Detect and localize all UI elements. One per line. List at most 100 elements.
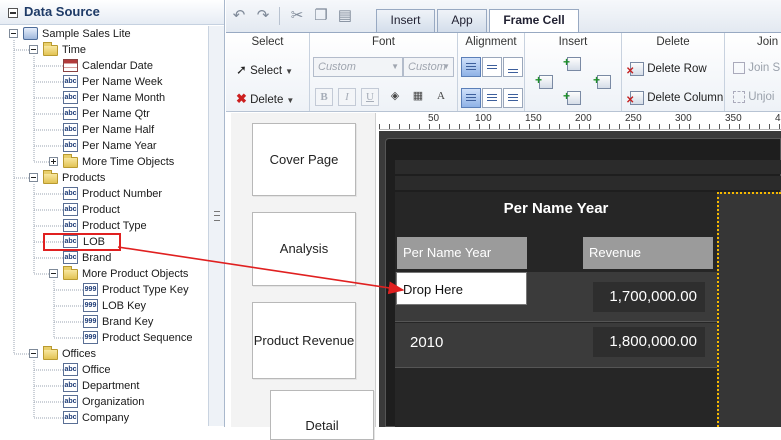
align-middle-icon[interactable] [482,57,502,77]
ruler-label: 150 [525,113,542,124]
delete-row-button[interactable]: Delete Row [626,62,707,77]
bold-icon[interactable]: B [315,88,333,106]
tree-item-per-name-week[interactable]: abc Per Name Week [0,74,208,90]
tab-insert[interactable]: Insert [376,9,435,32]
abc-icon: abc [63,411,78,424]
insert-column-right-icon[interactable] [593,74,611,89]
tree-item-sample-sales-lite[interactable]: Sample Sales Lite [0,26,208,42]
tree-item-label: Per Name Qtr [82,108,150,120]
unjoin-button[interactable]: Unjoi [733,91,774,103]
tree-item-more-product-objects[interactable]: More Product Objects [0,266,208,282]
table-row[interactable]: 2010 1,800,000.00 [395,323,717,368]
underline-icon[interactable]: U [361,88,379,106]
splitter-grip-icon[interactable] [214,211,220,221]
collapse-icon[interactable] [29,45,38,54]
join-button[interactable]: Join S [733,62,780,74]
page-thumb-detail[interactable]: Detail [270,390,374,440]
tree-item-per-name-year[interactable]: abc Per Name Year [0,138,208,154]
undo-icon[interactable]: ↶ [230,7,248,25]
insert-group-title: Insert [558,36,588,48]
revenue-cell[interactable]: 1,700,000.00 [593,282,705,312]
year-cell[interactable]: 2010 [410,334,443,351]
collapse-icon[interactable] [49,269,58,278]
tab-frame-cell[interactable]: Frame Cell [489,9,579,33]
abc-icon: abc [63,363,78,376]
drop-target[interactable]: Drop Here [396,272,527,305]
calendar-icon [63,59,78,72]
collapse-icon[interactable] [29,349,38,358]
align-top-icon[interactable] [461,57,481,77]
tree-item-office[interactable]: abc Office [0,362,208,378]
tree-item-offices[interactable]: Offices [0,346,208,362]
panel-splitter[interactable] [208,26,224,426]
redo-icon[interactable]: ↷ [254,7,272,25]
number-icon: 999 [83,315,98,328]
revenue-cell[interactable]: 1,800,000.00 [593,327,705,357]
collapse-icon[interactable] [8,8,18,18]
select-button[interactable]: ➚ Select ▼ [236,62,293,78]
delete-column-button[interactable]: Delete Column [626,91,724,106]
delete-column-label: Delete Column [647,92,724,105]
paste-icon[interactable]: ▤ [336,7,354,25]
font-size-select[interactable]: Custom ▼ [403,57,454,77]
tree-item-time[interactable]: Time [0,42,208,58]
tree-item-company[interactable]: abc Company [0,410,208,426]
tree-item-department[interactable]: abc Department [0,378,208,394]
align-left-icon[interactable] [461,88,481,108]
tree-item-label: Organization [82,396,145,408]
header-cell-per-name-year[interactable]: Per Name Year [397,237,527,269]
collapse-icon[interactable] [29,173,38,182]
page-thumb-analysis[interactable]: Analysis [252,212,356,286]
ruler-label: 300 [675,113,692,124]
tree-item-product-type-key[interactable]: 999 Product Type Key [0,282,208,298]
page-thumb-cover-page[interactable]: Cover Page [252,123,356,196]
italic-icon[interactable]: I [338,88,356,106]
table-title[interactable]: Per Name Year [395,200,717,217]
cut-icon[interactable]: ✂ [288,7,306,25]
insert-row-above-icon[interactable] [563,56,581,71]
align-center-icon[interactable] [482,88,502,108]
insert-column-left-icon[interactable] [535,74,553,89]
align-bottom-icon[interactable] [503,57,523,77]
delete-button[interactable]: ✖ Delete ▼ [236,91,294,107]
tree-item-per-name-month[interactable]: abc Per Name Month [0,90,208,106]
ruler-label: 50 [428,113,440,124]
abc-icon: abc [63,123,78,136]
tree-item-per-name-qtr[interactable]: abc Per Name Qtr [0,106,208,122]
copy-icon[interactable]: ❐ [312,7,330,25]
page-thumb-product-revenue[interactable]: Product Revenue [252,302,356,379]
pointer-icon: ➚ [236,62,247,77]
selected-frame[interactable] [717,192,781,427]
tree-item-lob[interactable]: abc LOB [0,233,208,251]
tree-item-product-number[interactable]: abc Product Number [0,186,208,202]
tree-item-product[interactable]: abc Product [0,202,208,218]
collapse-icon[interactable] [9,29,18,38]
tree-item-product-sequence[interactable]: 999 Product Sequence [0,330,208,346]
tab-app[interactable]: App [437,9,487,32]
abc-icon: abc [63,203,78,216]
tree-item-product-type[interactable]: abc Product Type [0,218,208,234]
unjoin-label: Unjoi [748,91,775,104]
tree-item-brand-key[interactable]: 999 Brand Key [0,314,208,330]
number-icon: 999 [83,299,98,312]
toolbar-divider [279,7,280,25]
text-color-icon[interactable]: A [432,88,450,106]
data-source-title: Data Source [24,4,100,19]
header-cell-revenue[interactable]: Revenue [583,237,713,269]
tree-item-more-time-objects[interactable]: More Time Objects [0,154,208,170]
font-family-select[interactable]: Custom ▼ [313,57,403,77]
border-icon[interactable]: ▦ [409,88,427,106]
align-right-icon[interactable] [503,88,523,108]
tree-item-calendar-date[interactable]: Calendar Date [0,58,208,74]
tree-item-per-name-half[interactable]: abc Per Name Half [0,122,208,138]
tree-item-products[interactable]: Products [0,170,208,186]
tree-item-organization[interactable]: abc Organization [0,394,208,410]
ruler-ticks [379,124,781,129]
tree-item-lob-key[interactable]: 999 LOB Key [0,298,208,314]
join-group-title: Join [757,36,779,48]
expand-icon[interactable] [49,157,58,166]
tree-item-brand[interactable]: abc Brand [0,250,208,266]
fill-color-icon[interactable]: ◈ [386,88,404,106]
tree-item-label: Offices [62,348,97,360]
insert-row-below-icon[interactable] [563,90,581,105]
